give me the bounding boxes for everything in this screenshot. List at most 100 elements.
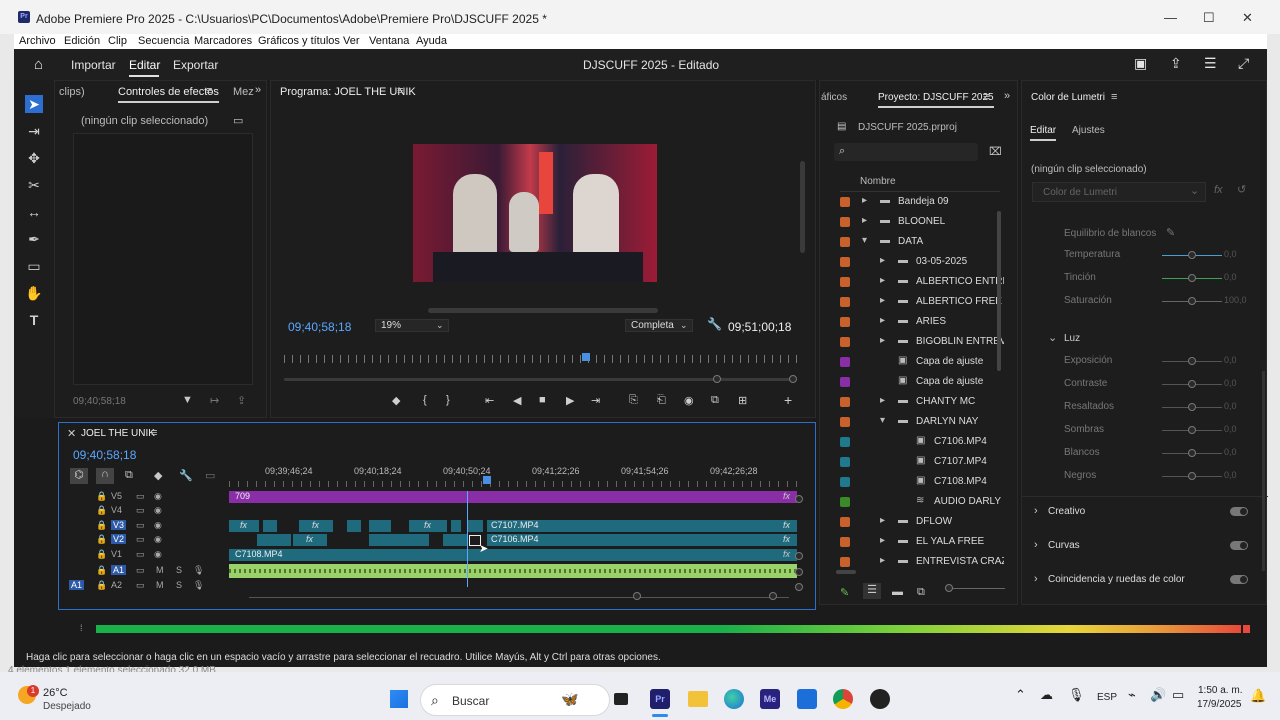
project-menu-icon[interactable]: ≡ (983, 91, 989, 103)
store-icon[interactable] (797, 689, 817, 709)
lumetri-slider-value[interactable]: 100,0 (1224, 295, 1247, 305)
clip-fragment[interactable]: fx (299, 520, 333, 532)
track-label[interactable]: V4 (111, 505, 122, 515)
program-menu-icon[interactable]: ≡ (397, 85, 403, 97)
lumetri-vscroll[interactable] (1262, 371, 1265, 571)
captions-icon[interactable]: ▭ (205, 469, 215, 482)
thumbnail-size-slider[interactable] (945, 588, 1005, 589)
project-row[interactable]: ▸ ▬ ARIES (834, 312, 999, 332)
eyedropper-icon[interactable]: ✎ (1166, 226, 1175, 239)
menu-archivo[interactable]: Archivo (19, 35, 56, 47)
project-row[interactable]: ▾ ▬ DARLYN NAY (834, 412, 999, 432)
sequence-tab[interactable]: JOEL THE UNIK (81, 428, 155, 439)
project-row[interactable]: ▸ ▬ ALBERTICO ENTRE (834, 272, 1004, 292)
quality-select[interactable]: Completa ⌄ (625, 319, 693, 332)
sync-lock-icon[interactable]: ▭ (136, 505, 145, 516)
slip-tool-icon[interactable]: ↔ (25, 203, 43, 221)
lumetri-preset-select[interactable]: Color de Lumetri ⌄ (1032, 182, 1206, 202)
extract-icon[interactable]: ⎗ (657, 394, 666, 407)
eye-icon[interactable]: ◉ (154, 549, 162, 560)
mark-out-icon[interactable]: } (446, 394, 450, 406)
fullscreen-icon[interactable]: ⤢ (1238, 55, 1249, 72)
go-to-in-icon[interactable]: ⇤ (485, 394, 494, 407)
weather-temp[interactable]: 26°C (43, 687, 68, 699)
clip-a1-audio[interactable] (229, 564, 797, 578)
source-patch-a1[interactable]: A1 (69, 580, 85, 590)
project-row[interactable]: ▣ C7108.MP4 (834, 472, 999, 492)
lumetri-slider-value[interactable]: 0,0 (1224, 447, 1237, 457)
expand-chevron-icon[interactable]: ▸ (880, 335, 885, 346)
obs-icon[interactable] (870, 689, 890, 709)
lumetri-slider-knob[interactable] (1188, 251, 1196, 259)
menu-lines-icon[interactable]: ☰ (1204, 55, 1217, 72)
lock-icon[interactable]: 🔒 (96, 520, 107, 531)
track-label[interactable]: V5 (111, 491, 122, 501)
lumetri-slider-knob[interactable] (1188, 449, 1196, 457)
track-label[interactable]: A2 (111, 580, 122, 590)
menu-graficos[interactable]: Gráficos y títulos (258, 35, 340, 47)
more-panels-icon[interactable]: » (255, 84, 261, 96)
clip-fragment[interactable] (347, 520, 361, 532)
lumetri-slider-value[interactable]: 0,0 (1224, 470, 1237, 480)
lock-icon[interactable]: 🔒 (96, 534, 107, 545)
section-chevron-icon[interactable]: › (1034, 505, 1038, 517)
tab-proyecto[interactable]: Proyecto: DJSCUFF 2025 (878, 92, 994, 108)
project-row[interactable]: ▣ Capa de ajuste (834, 372, 999, 392)
track-label[interactable]: V2 (111, 534, 127, 544)
menu-ventana[interactable]: Ventana (369, 35, 409, 47)
clip-fragment[interactable]: fx (229, 520, 259, 532)
project-hscroll[interactable] (836, 570, 856, 574)
clip-fragment[interactable] (369, 534, 429, 546)
clip-fragment[interactable] (263, 520, 277, 532)
task-view-icon[interactable] (614, 693, 628, 705)
new-search-bin-icon[interactable]: ⌧ (989, 145, 1002, 158)
project-row[interactable]: ▸ ▬ ENTREVISTA CRAZ (834, 552, 1004, 572)
tab-clips[interactable]: clips) (59, 86, 85, 98)
track-end-handle[interactable] (795, 568, 803, 576)
file-explorer-icon[interactable] (688, 691, 708, 707)
menu-edicion[interactable]: Edición (64, 35, 100, 47)
cloud-icon[interactable]: ☁ (1040, 687, 1053, 703)
expand-chevron-icon[interactable]: ▸ (880, 275, 885, 286)
thumbnail-size-knob[interactable] (945, 584, 953, 592)
clip-v1[interactable]: C7108.MP4 fx (229, 549, 797, 561)
project-row[interactable]: ▣ C7106.MP4 (834, 432, 999, 452)
add-marker-icon[interactable]: ◆ (154, 469, 162, 482)
add-button-icon[interactable]: + (784, 392, 792, 408)
fx-bypass-icon[interactable]: fx (1214, 184, 1223, 196)
microphone-icon[interactable]: 🎙 (1068, 687, 1085, 703)
lumetri-slider-value[interactable]: 0,0 (1224, 378, 1237, 388)
program-ruler[interactable] (284, 355, 804, 363)
tab-editar[interactable]: Editar (129, 58, 160, 72)
ripple-edit-tool-icon[interactable]: ✥ (25, 149, 43, 167)
eye-icon[interactable]: ◉ (154, 534, 162, 545)
microphone-icon[interactable]: 🎙 (193, 565, 204, 576)
expand-chevron-icon[interactable]: ▾ (862, 235, 867, 246)
section-toggle[interactable] (1230, 541, 1248, 550)
timeline-playhead-handle[interactable] (483, 476, 491, 484)
program-vscroll[interactable] (800, 161, 805, 253)
clip-fragment[interactable]: fx (293, 534, 327, 546)
list-view-icon[interactable]: ☰ (863, 583, 881, 599)
comparison-icon[interactable]: ⧉ (711, 394, 719, 407)
tab-graficos[interactable]: áficos (821, 92, 847, 103)
clip-fragment[interactable] (369, 520, 391, 532)
section-chevron-icon[interactable]: › (1034, 539, 1038, 551)
program-hscroll[interactable] (428, 308, 658, 313)
program-playhead[interactable] (581, 353, 590, 361)
eye-icon[interactable]: ◉ (154, 520, 162, 531)
expand-chevron-icon[interactable]: ▸ (862, 215, 867, 226)
project-row[interactable]: ▸ ▬ 03-05-2025 (834, 252, 999, 272)
expand-chevron-icon[interactable]: ▸ (880, 315, 885, 326)
tab-importar[interactable]: Importar (71, 58, 116, 72)
section-toggle[interactable] (1230, 575, 1248, 584)
network-icon[interactable]: ⌁ (1128, 687, 1136, 703)
clip-main[interactable]: C7106.MP4 fx (487, 534, 797, 546)
lumetri-slider-knob[interactable] (1188, 380, 1196, 388)
solo-button[interactable]: S (176, 580, 182, 590)
sync-lock-icon[interactable]: ▭ (136, 580, 145, 591)
timeline-zoom-bar[interactable] (249, 597, 789, 598)
project-row[interactable]: ▸ ▬ BIGOBLIN ENTREV (834, 332, 1004, 352)
section-chevron-icon[interactable]: › (1034, 573, 1038, 585)
mute-button[interactable]: M (156, 565, 164, 575)
